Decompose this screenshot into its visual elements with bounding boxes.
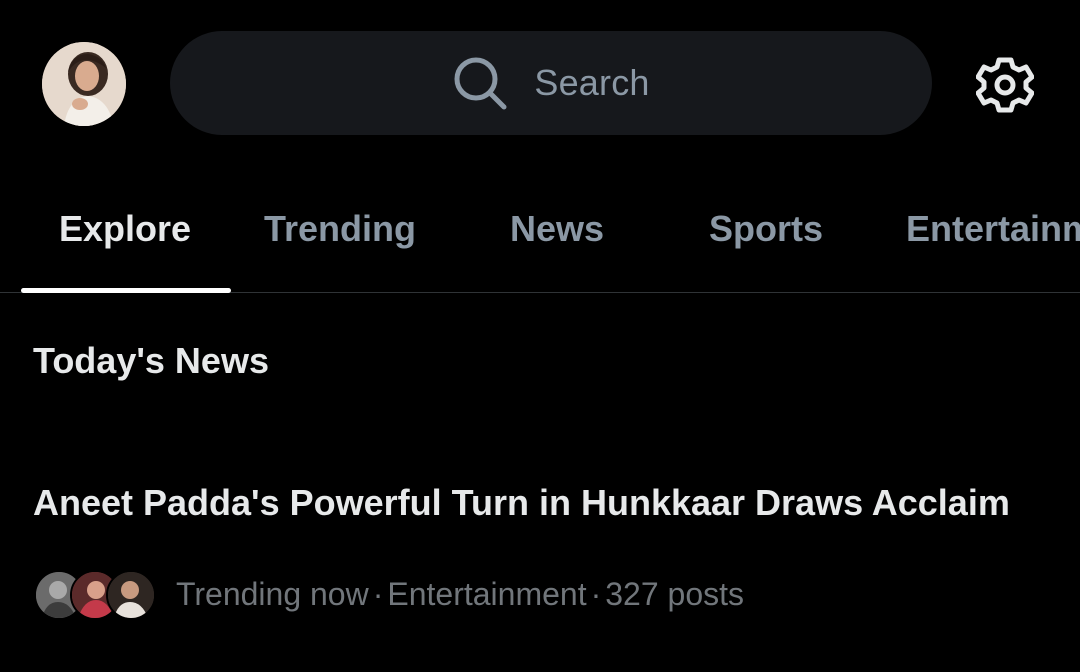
profile-avatar[interactable] [42,42,126,126]
tab-sports[interactable]: Sports [709,208,823,250]
search-placeholder: Search [534,62,650,103]
meta-separator: · [372,575,384,612]
post-count: 327 posts [605,575,744,612]
participant-avatar [106,570,156,620]
tab-news[interactable]: News [510,208,604,250]
search-icon [454,57,507,110]
gear-icon[interactable] [976,56,1034,114]
tab-trending[interactable]: Trending [264,208,416,250]
participant-avatars [34,570,156,620]
news-category: Entertainment [387,575,587,612]
top-bar: Search [0,0,1080,168]
search-bar[interactable]: Search [170,31,932,135]
trending-status: Trending now [176,575,369,612]
meta-separator: · [590,575,602,612]
section-title: Today's News [33,340,269,381]
tab-entertainment[interactable]: Entertainm [906,208,1080,250]
tab-explore[interactable]: Explore [59,208,191,250]
participant-photo-icon [108,572,154,618]
explore-tabs: Explore Trending News Sports Entertainm [0,168,1080,293]
news-headline[interactable]: Aneet Padda's Powerful Turn in Hunkkaar … [33,482,1010,524]
profile-photo-icon [42,42,126,126]
active-tab-indicator [21,288,231,293]
news-meta[interactable]: Trending now · Entertainment · 327 posts [34,570,744,620]
